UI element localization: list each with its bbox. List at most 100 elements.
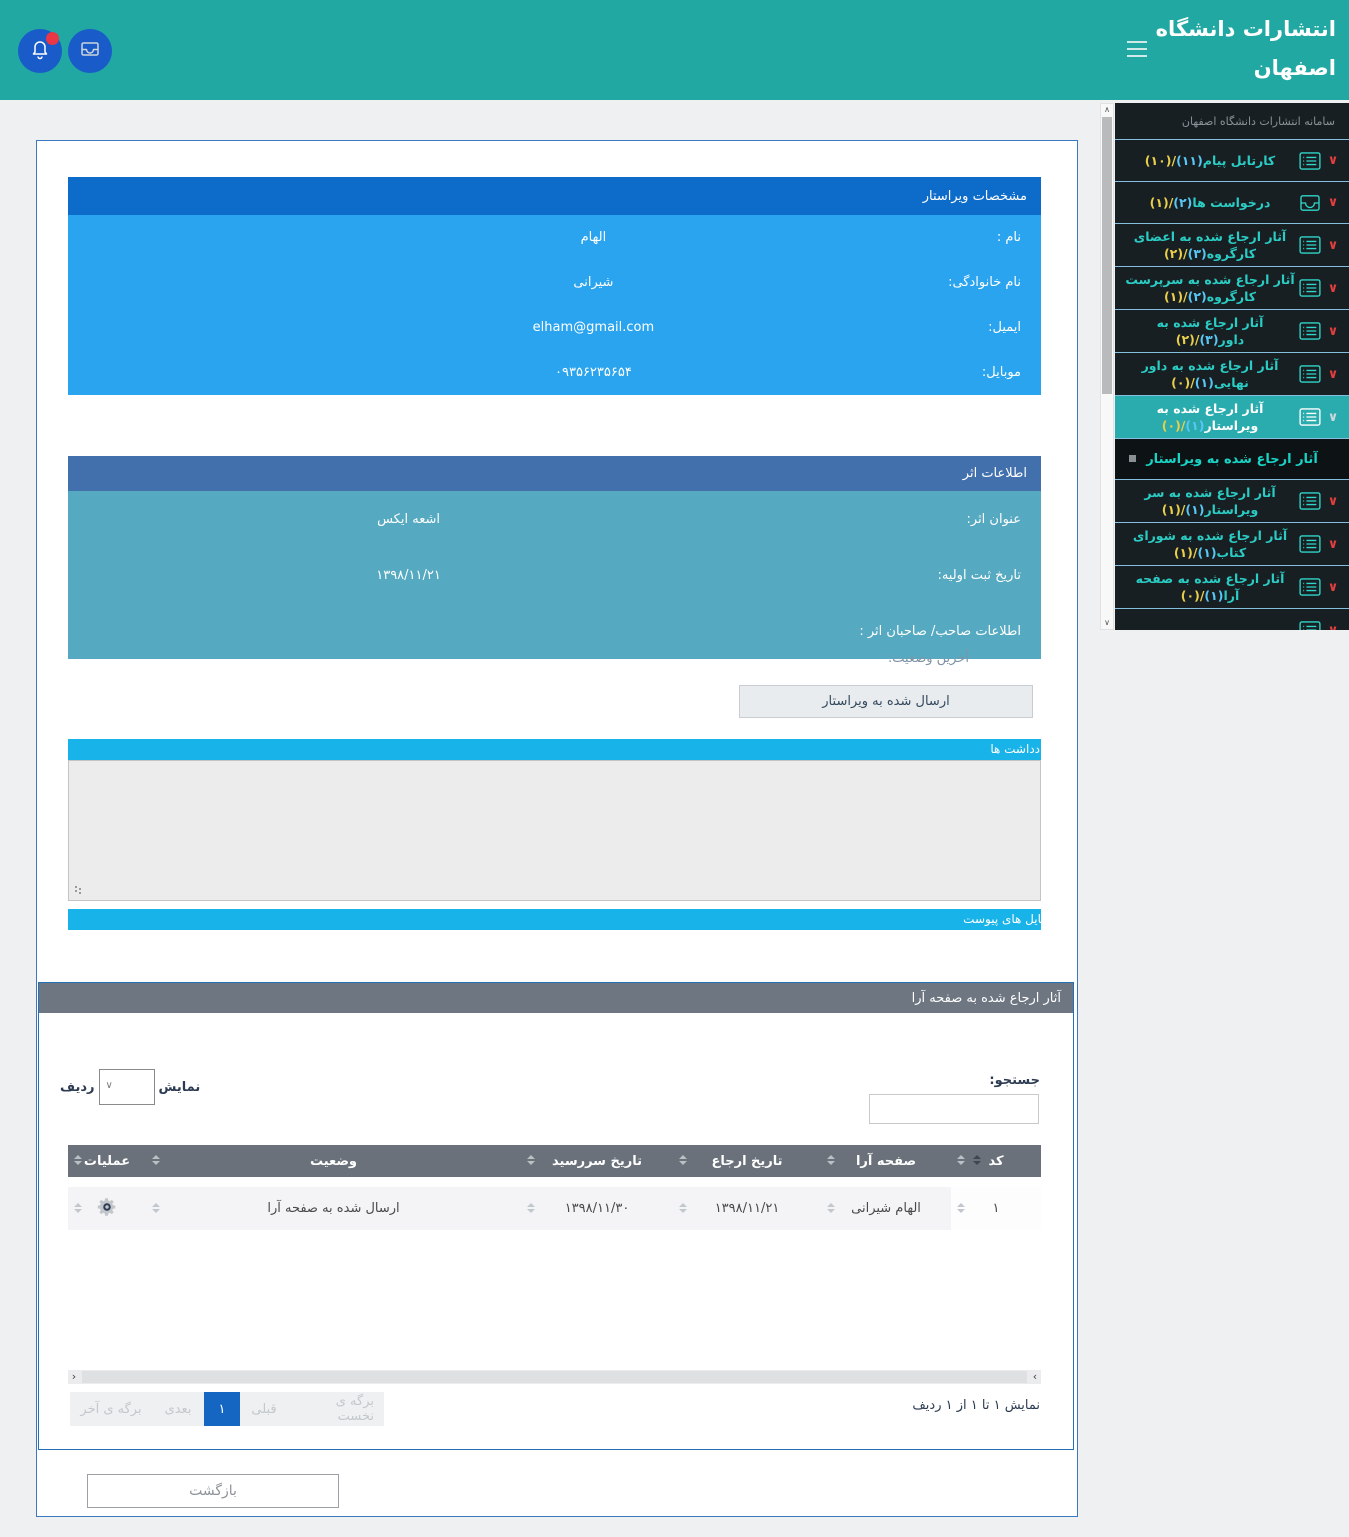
field-label: نام : <box>798 230 1041 245</box>
sidebar-item-label: آثار ارجاع شده به اعضای کارگروه(۳)/(۲) <box>1119 228 1297 262</box>
rows-label: ردیف <box>60 1080 95 1095</box>
table-summary-text: نمایش ۱ تا ۱ از ۱ ردیف <box>912 1398 1040 1413</box>
notes-section-bar: یادداشت ها <box>68 739 1041 760</box>
sidebar-item-final-referee[interactable]: ∨ آثار ارجاع شده به داور نهایی(۱)/(۰) <box>1115 353 1349 396</box>
sidebar-item-requests[interactable]: ∨ درخواست ها(۲)/(۱) <box>1115 182 1349 224</box>
field-row-email: ایمیل: elham@gmail.com <box>68 305 1041 350</box>
column-header-code[interactable]: کد <box>951 1145 1041 1177</box>
field-label: تاریخ ثبت اولیه: <box>749 568 1041 583</box>
sidebar-item-clipped[interactable]: ∨ <box>1115 609 1349 630</box>
pagination-next-button[interactable]: بعدی <box>152 1392 204 1426</box>
sidebar-item-label: آثار ارجاع شده به داور نهایی(۱)/(۰) <box>1119 357 1297 391</box>
referred-works-title: آثار ارجاع شده به صفحه آرا <box>39 983 1073 1013</box>
notes-title: یادداشت ها <box>990 742 1041 756</box>
field-value: elham@gmail.com <box>389 320 798 335</box>
scroll-left-arrow-icon[interactable]: ‹ <box>68 1370 80 1384</box>
sidebar-item-label: آثار ارجاع شده به شورای کتاب(۱)/(۱) <box>1119 527 1297 561</box>
chevron-down-icon: ∨ <box>1323 238 1343 253</box>
sidebar-item-workgroup-members[interactable]: ∨ آثار ارجاع شده به اعضای کارگروه(۳)/(۲) <box>1115 224 1349 267</box>
page-size-control: نمایش ∨ ردیف <box>60 1069 200 1105</box>
field-row-first-name: نام : الهام <box>68 215 1041 260</box>
scrollbar-thumb[interactable] <box>1102 117 1112 394</box>
cell-page-layout: الهام شیرانی <box>821 1187 951 1230</box>
search-input[interactable] <box>869 1094 1039 1124</box>
chevron-down-icon: ∨ <box>1323 367 1343 382</box>
column-header-operations[interactable]: عملیات <box>68 1145 146 1177</box>
column-header-referral-date[interactable]: تاریخ ارجاع <box>673 1145 821 1177</box>
app-title-line2: اصفهان <box>1156 49 1336 88</box>
inbox-icon <box>1297 194 1323 212</box>
work-info-body: عنوان اثر: اشعه ایکس تاریخ ثبت اولیه: ۱۳… <box>68 491 1041 659</box>
sort-icon[interactable] <box>527 1155 535 1165</box>
sidebar-subitem-editor-referred[interactable]: آثار ارجاع شده به ویراستار <box>1115 439 1349 480</box>
latest-status-label: آخرین وضعیت: <box>888 651 969 666</box>
field-label: عنوان اثر: <box>749 512 1041 527</box>
cell-code: ۱ <box>951 1187 1041 1230</box>
table-horizontal-scrollbar[interactable]: ‹ › <box>68 1370 1041 1384</box>
notifications-button[interactable] <box>18 29 62 73</box>
sidebar-item-label: آثار ارجاع شده به صفحه آرا(۱)/(۰) <box>1119 570 1297 604</box>
latest-status-value: ارسال شده به ویراستار <box>739 685 1033 718</box>
sort-active-icon[interactable] <box>973 1155 981 1165</box>
column-header-due-date[interactable]: تاریخ سررسید <box>521 1145 673 1177</box>
sort-icon[interactable] <box>74 1155 82 1165</box>
chevron-down-icon: ∨ <box>106 1080 113 1091</box>
list-icon <box>1297 408 1323 426</box>
back-button[interactable]: بازگشت <box>87 1474 339 1508</box>
search-label: جستجو: <box>989 1073 1040 1088</box>
chevron-down-icon: ∨ <box>1323 281 1343 296</box>
field-label: نام خانوادگی: <box>798 275 1041 290</box>
sort-icon[interactable] <box>679 1155 687 1165</box>
pagination-prev-button[interactable]: قبلی <box>240 1392 288 1426</box>
data-table: کد صفحه آرا تاریخ ارجاع تاریخ سررسید <box>68 1145 1041 1230</box>
sort-icon <box>527 1203 535 1213</box>
list-icon <box>1297 578 1323 596</box>
resize-grip-icon[interactable] <box>70 885 78 897</box>
column-header-page-layout[interactable]: صفحه آرا <box>821 1145 951 1177</box>
hamburger-menu-icon[interactable] <box>1127 41 1147 59</box>
field-row-mobile: موبایل: ۰۹۳۵۶۲۳۵۶۵۴ <box>68 350 1041 395</box>
field-row-registration-date: تاریخ ثبت اولیه: ۱۳۹۸/۱۱/۲۱ <box>68 547 1041 603</box>
sidebar-item-label: آثار ارجاع شده به سر ویراستار(۱)/(۱) <box>1119 484 1297 518</box>
inbox-button[interactable] <box>68 29 112 73</box>
gear-icon[interactable] <box>96 1196 118 1222</box>
field-row-work-title: عنوان اثر: اشعه ایکس <box>68 491 1041 547</box>
column-header-status[interactable]: وضعیت <box>146 1145 521 1177</box>
notes-textarea[interactable] <box>68 760 1041 901</box>
field-label: اطلاعات صاحب/ صاحبان اثر : <box>749 624 1041 639</box>
page-size-select[interactable]: ∨ <box>99 1069 155 1105</box>
page: انتشارات دانشگاه اصفهان ∧ <box>0 0 1349 1537</box>
scroll-right-arrow-icon[interactable]: › <box>1029 1370 1041 1384</box>
sidebar-item-workgroup-supervisor[interactable]: ∨ آثار ارجاع شده به سرپرست کارگروه(۲)/(۱… <box>1115 267 1349 310</box>
scroll-down-arrow-icon[interactable]: ∨ <box>1101 617 1113 629</box>
attachments-section-bar: فایل های پیوست <box>68 909 1041 930</box>
sidebar-item-editor[interactable]: ∨ آثار ارجاع شده به ویراستار(۱)/(۰) <box>1115 396 1349 439</box>
chevron-down-icon: ∨ <box>1323 410 1343 425</box>
scroll-up-arrow-icon[interactable]: ∧ <box>1101 104 1113 116</box>
field-value: ۰۹۳۵۶۲۳۵۶۵۴ <box>389 365 798 380</box>
field-value: اشعه ایکس <box>68 512 749 527</box>
sidebar-scrollbar[interactable]: ∧ ∨ <box>1100 103 1114 630</box>
sort-icon[interactable] <box>827 1155 835 1165</box>
chevron-down-icon: ∨ <box>1323 324 1343 339</box>
work-info-title: اطلاعات اثر <box>68 456 1041 491</box>
list-icon <box>1297 236 1323 254</box>
sort-icon[interactable] <box>152 1155 160 1165</box>
field-value: الهام <box>389 230 798 245</box>
sidebar-item-message-cartable[interactable]: ∨ کارتابل پیام(۱۱)/(۱۰) <box>1115 140 1349 182</box>
sidebar-item-referee[interactable]: ∨ آثار ارجاع شده به داور(۳)/(۲) <box>1115 310 1349 353</box>
sort-icon[interactable] <box>957 1155 965 1165</box>
sidebar-item-chief-editor[interactable]: ∨ آثار ارجاع شده به سر ویراستار(۱)/(۱) <box>1115 480 1349 523</box>
sidebar-item-page-layout[interactable]: ∨ آثار ارجاع شده به صفحه آرا(۱)/(۰) <box>1115 566 1349 609</box>
show-label: نمایش <box>159 1080 201 1095</box>
sidebar-nav: سامانه انتشارات دانشگاه اصفهان ∨ کارتابل… <box>1115 103 1349 630</box>
cell-status: ارسال شده به صفحه آرا <box>146 1187 521 1230</box>
pagination-last-button[interactable]: برگه ی آخر <box>70 1392 152 1426</box>
sidebar-item-book-council[interactable]: ∨ آثار ارجاع شده به شورای کتاب(۱)/(۱) <box>1115 523 1349 566</box>
scrollbar-thumb[interactable] <box>82 1371 1027 1383</box>
field-row-last-name: نام خانوادگی: شیرانی <box>68 260 1041 305</box>
chevron-down-icon: ∨ <box>1323 494 1343 509</box>
pagination-first-button[interactable]: برگه ی نخست <box>288 1392 384 1426</box>
sidebar-subitem-label: آثار ارجاع شده به ویراستار <box>1115 452 1349 467</box>
pagination-page-1-button[interactable]: ۱ <box>204 1392 240 1426</box>
